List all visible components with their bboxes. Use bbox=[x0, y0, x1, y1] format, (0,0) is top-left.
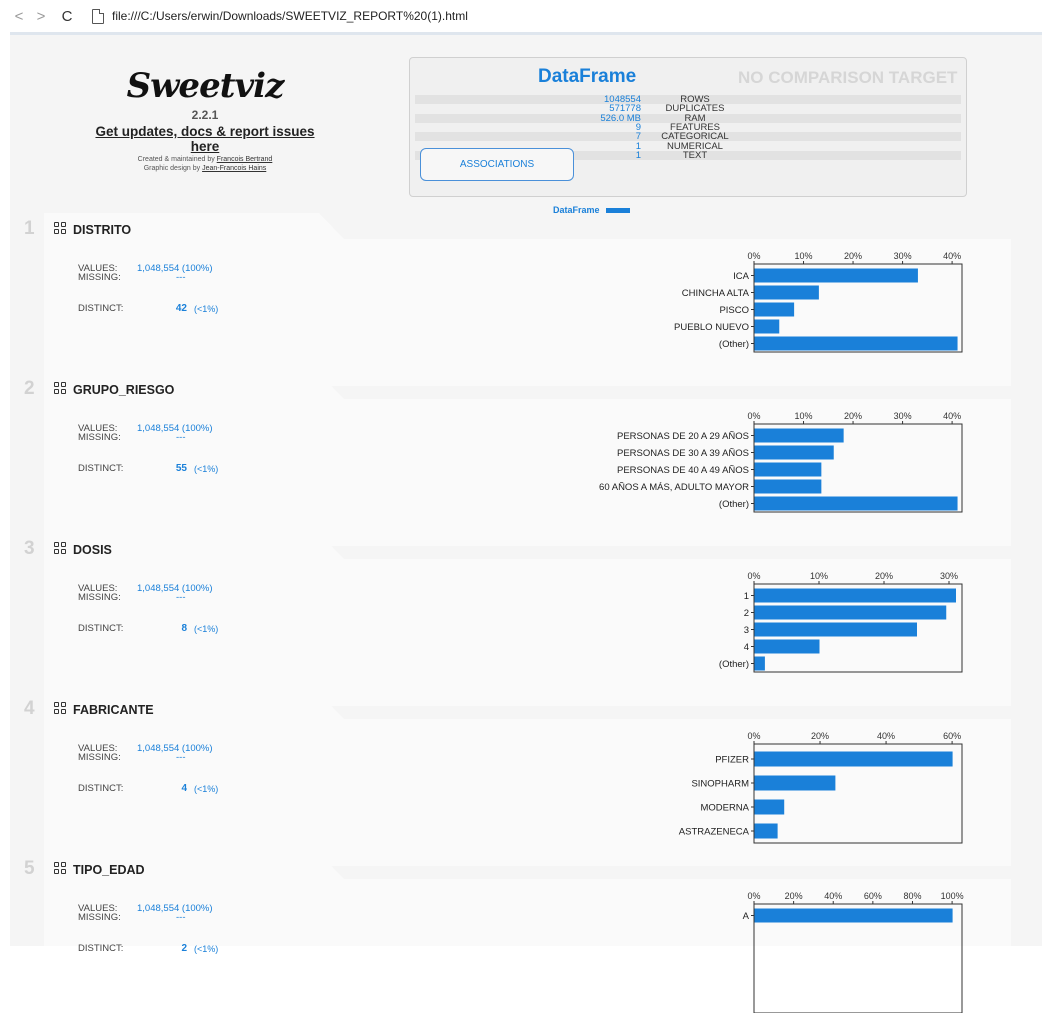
stat-value: 571778 bbox=[609, 103, 641, 115]
bar-chart: 0% 10% 20% 30% 40% ICA CHINCHA ALTA PISCO PUEBLO… bbox=[674, 251, 963, 353]
legend-swatch bbox=[605, 207, 630, 213]
bar bbox=[754, 639, 820, 654]
bar bbox=[754, 445, 834, 460]
category-label: 60 AÑOS A MÁS, ADULTO MAYOR bbox=[599, 482, 749, 493]
x-tick-label: 0% bbox=[747, 251, 760, 261]
credit-line-1: Created & maintained by Francois Bertran… bbox=[80, 156, 330, 163]
bar bbox=[754, 496, 958, 511]
x-tick-label: 0% bbox=[747, 891, 760, 901]
bar bbox=[754, 428, 844, 443]
bar bbox=[754, 319, 780, 334]
dataframe-title: DataFrame bbox=[538, 66, 637, 87]
x-tick-label: 20% bbox=[785, 891, 803, 901]
bar bbox=[754, 775, 836, 791]
bar bbox=[754, 622, 917, 637]
x-tick-label: 40% bbox=[943, 411, 961, 421]
x-tick-label: 30% bbox=[894, 251, 912, 261]
associations-button[interactable]: ASSOCIATIONS bbox=[420, 148, 574, 181]
category-label: 3 bbox=[744, 625, 749, 636]
credit-2-prefix: Graphic design by bbox=[143, 165, 203, 172]
bar bbox=[754, 588, 956, 603]
category-label: PERSONAS DE 40 A 49 AÑOS bbox=[617, 465, 749, 476]
category-label: (Other) bbox=[719, 339, 749, 350]
designer-link[interactable]: Jean-Francois Hains bbox=[202, 165, 266, 172]
bar bbox=[754, 799, 785, 815]
file-icon bbox=[92, 8, 104, 24]
category-label: PISCO bbox=[719, 305, 749, 316]
x-tick-label: 40% bbox=[877, 731, 895, 741]
x-tick-label: 0% bbox=[747, 411, 760, 421]
category-label: PERSONAS DE 20 A 29 AÑOS bbox=[617, 431, 749, 442]
category-label: A bbox=[743, 911, 750, 922]
x-tick-label: 40% bbox=[824, 891, 842, 901]
category-label: 4 bbox=[744, 642, 749, 653]
updates-link[interactable]: Get updates, docs & report issues here bbox=[80, 124, 330, 154]
stat-value: 526.0 MB bbox=[600, 112, 641, 124]
back-button[interactable]: < bbox=[8, 5, 30, 27]
stat-label: CATEGORICAL bbox=[661, 131, 729, 143]
bar bbox=[754, 479, 822, 494]
forward-button[interactable]: > bbox=[30, 5, 52, 27]
category-label: CHINCHA ALTA bbox=[682, 288, 750, 299]
x-tick-label: 0% bbox=[747, 571, 760, 581]
category-label: PUEBLO NUEVO bbox=[674, 322, 749, 333]
summary-panel: DataFrame NO COMPARISON TARGET 1048554 RO… bbox=[409, 57, 967, 197]
bar bbox=[754, 302, 795, 317]
author-link[interactable]: Francois Bertrand bbox=[217, 156, 273, 163]
stat-value: 7 bbox=[635, 131, 641, 143]
x-tick-label: 10% bbox=[810, 571, 828, 581]
category-label: (Other) bbox=[719, 499, 749, 510]
x-tick-label: 20% bbox=[811, 731, 829, 741]
x-tick-label: 10% bbox=[795, 411, 813, 421]
category-label: MODERNA bbox=[700, 803, 749, 814]
stat-value: 1 bbox=[635, 149, 641, 161]
x-tick-label: 100% bbox=[941, 891, 964, 901]
comparison-target-label: NO COMPARISON TARGET bbox=[738, 68, 958, 87]
x-tick-label: 30% bbox=[894, 411, 912, 421]
address-bar[interactable]: file:///C:/Users/erwin/Downloads/SWEETVI… bbox=[112, 9, 468, 23]
reload-button[interactable]: C bbox=[56, 5, 78, 27]
bar bbox=[754, 462, 822, 477]
category-label: PERSONAS DE 30 A 39 AÑOS bbox=[617, 448, 749, 459]
bar bbox=[754, 605, 947, 620]
logo-block: Sweetviz 2.2.1 Get updates, docs & repor… bbox=[80, 66, 330, 172]
x-tick-label: 80% bbox=[903, 891, 921, 901]
bar-chart: 0% 10% 20% 30% 1 2 3 4 (Other) bbox=[719, 571, 963, 673]
bar bbox=[754, 268, 918, 283]
bar bbox=[754, 285, 819, 300]
category-label: 1 bbox=[744, 591, 749, 602]
category-label: SINOPHARM bbox=[691, 779, 749, 790]
x-tick-label: 10% bbox=[795, 251, 813, 261]
browser-toolbar: < > C file:///C:/Users/erwin/Downloads/S… bbox=[0, 0, 1042, 32]
version-label: 2.2.1 bbox=[191, 108, 219, 122]
x-tick-label: 40% bbox=[943, 251, 961, 261]
x-tick-label: 20% bbox=[844, 411, 862, 421]
stat-row: 7 CATEGORICAL bbox=[415, 132, 961, 141]
category-label: PFIZER bbox=[715, 755, 749, 766]
x-tick-label: 0% bbox=[747, 731, 760, 741]
sweetviz-logo: Sweetviz bbox=[126, 66, 285, 106]
bar-chart: 0% 20% 40% 60% 80% 100% A bbox=[743, 891, 964, 1013]
bar bbox=[754, 823, 778, 839]
bar-chart: 0% 10% 20% 30% 40% PERSONAS DE 20 A 29 AÑOS PE… bbox=[599, 411, 963, 513]
x-tick-label: 60% bbox=[943, 731, 961, 741]
category-label: ICA bbox=[733, 271, 750, 282]
stat-label: DUPLICATES bbox=[665, 103, 725, 115]
credit-1-prefix: Created & maintained by bbox=[137, 156, 217, 163]
x-tick-label: 60% bbox=[864, 891, 882, 901]
bar bbox=[754, 336, 958, 351]
bar-chart: 0% 20% 40% 60% PFIZER SINOPHARM MODERNA ASTRAZE… bbox=[679, 731, 963, 844]
category-label: ASTRAZENECA bbox=[679, 827, 750, 838]
stat-label: TEXT bbox=[682, 149, 708, 161]
category-label: 2 bbox=[744, 608, 749, 619]
credit-line-2: Graphic design by Jean-Francois Hains bbox=[80, 165, 330, 172]
x-tick-label: 20% bbox=[875, 571, 893, 581]
bar bbox=[754, 908, 953, 923]
bar bbox=[754, 751, 953, 767]
bar bbox=[754, 656, 765, 671]
x-tick-label: 30% bbox=[940, 571, 958, 581]
stat-row: 571778 DUPLICATES bbox=[415, 103, 961, 115]
category-label: (Other) bbox=[719, 659, 749, 670]
x-tick-label: 20% bbox=[844, 251, 862, 261]
